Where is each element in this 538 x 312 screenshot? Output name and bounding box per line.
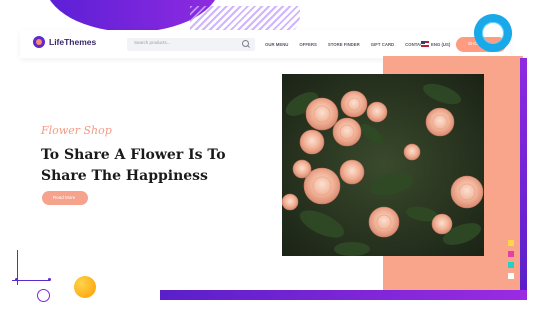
nav-item-gift-card[interactable]: GIFT CARD bbox=[371, 42, 394, 47]
read-more-label: Read More bbox=[53, 195, 76, 200]
logo-text: LifeThemes bbox=[49, 37, 97, 47]
hero-eyebrow: Flower Shop bbox=[41, 124, 112, 137]
nav-item-store-finder[interactable]: STORE FINDER bbox=[328, 42, 360, 47]
decorative-dot bbox=[15, 278, 18, 281]
nav-item-offers[interactable]: OFFERS bbox=[299, 42, 316, 47]
decorative-dot bbox=[48, 278, 51, 281]
color-dot-pink bbox=[508, 251, 514, 257]
purple-accent-vertical bbox=[520, 58, 527, 290]
us-flag-icon[interactable] bbox=[421, 41, 429, 47]
nav-item-our-menu[interactable]: OUR MENU bbox=[265, 42, 288, 47]
search-icon[interactable] bbox=[242, 40, 249, 47]
color-dot-yellow bbox=[508, 240, 514, 246]
purple-accent-horizontal bbox=[160, 290, 527, 300]
hero-headline: To Share A Flower Is To Share The Happin… bbox=[41, 147, 226, 184]
decorative-ring bbox=[37, 289, 50, 302]
logo-icon bbox=[33, 36, 45, 48]
search-placeholder: Search products... bbox=[134, 40, 171, 45]
roses-illustration bbox=[282, 74, 484, 256]
decorative-orange-ball bbox=[74, 276, 96, 298]
color-dot-teal bbox=[508, 262, 514, 268]
currency-selector[interactable]: ENG (US) bbox=[431, 42, 450, 47]
color-dot-white bbox=[508, 273, 514, 279]
flower-photo bbox=[282, 74, 484, 256]
main-nav: OUR MENU OFFERS STORE FINDER GIFT CARD C… bbox=[265, 42, 426, 47]
logo[interactable]: LifeThemes bbox=[33, 36, 96, 48]
